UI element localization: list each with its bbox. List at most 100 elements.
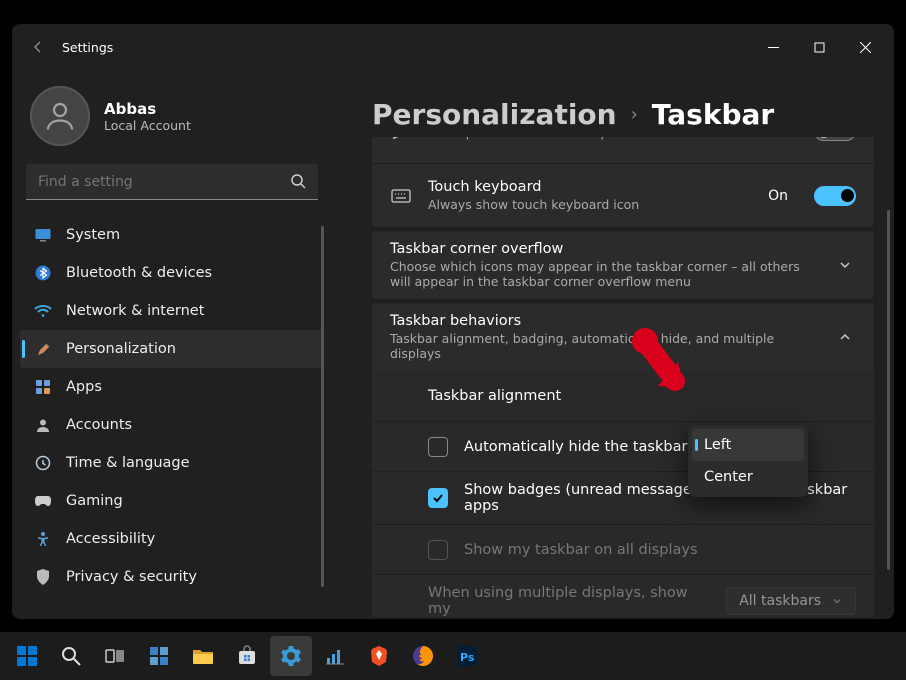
svg-text:Ps: Ps bbox=[460, 651, 475, 664]
maximize-button[interactable] bbox=[796, 31, 842, 63]
folder-icon bbox=[191, 646, 215, 666]
accessibility-icon bbox=[34, 531, 52, 547]
sidebar-scrollbar[interactable] bbox=[321, 226, 324, 587]
dropdown-value: All taskbars bbox=[739, 593, 821, 609]
setting-label: When using multiple displays, show my bbox=[428, 585, 710, 617]
row-subtitle: Show pen menu icon when pen is in use bbox=[428, 137, 751, 140]
autohide-checkbox[interactable] bbox=[428, 437, 448, 457]
search-icon bbox=[60, 645, 82, 667]
row-title: Taskbar behaviors bbox=[390, 313, 818, 329]
apps-icon bbox=[34, 379, 52, 395]
row-pen-menu[interactable]: Show pen menu icon when pen is in use Of… bbox=[372, 137, 874, 163]
taskbar-app-settings[interactable] bbox=[270, 636, 312, 676]
taskbar-search[interactable] bbox=[50, 636, 92, 676]
caption-buttons bbox=[750, 31, 888, 63]
chevron-right-icon: › bbox=[631, 104, 638, 125]
option-label: Center bbox=[704, 469, 753, 485]
sidebar-item-privacy[interactable]: Privacy & security bbox=[20, 558, 324, 596]
task-view-icon bbox=[104, 647, 126, 665]
taskbar-alignment-dropdown: Left Center bbox=[688, 425, 808, 497]
windows-taskbar: Ps bbox=[0, 632, 906, 680]
toggle-label: On bbox=[768, 188, 788, 204]
content-area: Personalization › Taskbar Show pen menu … bbox=[332, 70, 894, 619]
row-all-displays: Show my taskbar on all displays bbox=[372, 524, 874, 574]
gear-icon bbox=[280, 645, 302, 667]
person-icon bbox=[42, 98, 78, 134]
taskbar-app-brave[interactable] bbox=[358, 636, 400, 676]
option-label: Left bbox=[704, 437, 731, 453]
keyboard-icon bbox=[390, 189, 412, 203]
taskbar-app-explorer[interactable] bbox=[182, 636, 224, 676]
breadcrumb-parent[interactable]: Personalization bbox=[372, 98, 617, 131]
widgets-icon bbox=[148, 645, 170, 667]
sidebar-item-label: Bluetooth & devices bbox=[66, 265, 212, 281]
sidebar-item-label: Accessibility bbox=[66, 531, 155, 547]
titlebar: Settings bbox=[12, 24, 894, 70]
store-icon bbox=[236, 645, 258, 667]
chevron-down-icon bbox=[831, 595, 843, 607]
row-touch-keyboard[interactable]: Touch keyboard Always show touch keyboar… bbox=[372, 163, 874, 227]
touch-keyboard-toggle[interactable] bbox=[814, 186, 856, 206]
multidisplays-dropdown: All taskbars bbox=[726, 587, 856, 615]
taskbar-app-firefox[interactable] bbox=[402, 636, 444, 676]
row-taskbar-behaviors[interactable]: Taskbar behaviors Taskbar alignment, bad… bbox=[372, 303, 874, 371]
row-corner-overflow[interactable]: Taskbar corner overflow Choose which ico… bbox=[372, 231, 874, 299]
search-input[interactable] bbox=[26, 164, 318, 200]
sidebar-item-accounts[interactable]: Accounts bbox=[20, 406, 324, 444]
sidebar-item-label: Accounts bbox=[66, 417, 132, 433]
checkmark-icon bbox=[431, 491, 445, 505]
breadcrumb-current: Taskbar bbox=[652, 98, 774, 131]
content-scrollbar[interactable] bbox=[887, 210, 890, 570]
sidebar-item-accessibility[interactable]: Accessibility bbox=[20, 520, 324, 558]
sidebar-item-bluetooth[interactable]: Bluetooth & devices bbox=[20, 254, 324, 292]
dropdown-option-center[interactable]: Center bbox=[692, 461, 804, 493]
row-multi-displays: When using multiple displays, show my Al… bbox=[372, 574, 874, 617]
taskbar-app-store[interactable] bbox=[226, 636, 268, 676]
sidebar-item-label: Apps bbox=[66, 379, 102, 395]
taskbar-widgets[interactable] bbox=[138, 636, 180, 676]
minimize-button[interactable] bbox=[750, 31, 796, 63]
maximize-icon bbox=[814, 42, 825, 53]
close-button[interactable] bbox=[842, 31, 888, 63]
row-title: Touch keyboard bbox=[428, 179, 752, 195]
row-taskbar-alignment: Taskbar alignment bbox=[372, 371, 874, 421]
sidebar-item-time[interactable]: Time & language bbox=[20, 444, 324, 482]
setting-label: Show my taskbar on all displays bbox=[464, 542, 698, 558]
profile-section[interactable]: Abbas Local Account bbox=[20, 70, 324, 164]
sidebar-item-network[interactable]: Network & internet bbox=[20, 292, 324, 330]
profile-name: Abbas bbox=[104, 100, 191, 118]
dropdown-option-left[interactable]: Left bbox=[692, 429, 804, 461]
sidebar-item-system[interactable]: System bbox=[20, 216, 324, 254]
close-icon bbox=[860, 42, 871, 53]
taskbar-app-photoshop[interactable]: Ps bbox=[446, 636, 488, 676]
pen-icon bbox=[390, 137, 412, 141]
clock-icon bbox=[34, 455, 52, 471]
chevron-down-icon bbox=[834, 258, 856, 272]
photoshop-icon: Ps bbox=[455, 644, 479, 668]
pen-toggle[interactable] bbox=[814, 137, 856, 141]
badges-checkbox[interactable] bbox=[428, 488, 448, 508]
task-view-button[interactable] bbox=[94, 636, 136, 676]
sidebar-item-apps[interactable]: Apps bbox=[20, 368, 324, 406]
taskbar-app-chart[interactable] bbox=[314, 636, 356, 676]
sidebar-item-gaming[interactable]: Gaming bbox=[20, 482, 324, 520]
start-button[interactable] bbox=[6, 636, 48, 676]
row-subtitle: Always show touch keyboard icon bbox=[428, 197, 752, 212]
back-button[interactable] bbox=[18, 27, 58, 67]
minimize-icon bbox=[768, 42, 779, 53]
nav-list: System Bluetooth & devices Network & int… bbox=[20, 210, 324, 611]
sidebar-item-label: Gaming bbox=[66, 493, 123, 509]
toggle-label: Off bbox=[767, 137, 788, 139]
row-title: Taskbar corner overflow bbox=[390, 241, 818, 257]
monitor-icon bbox=[34, 228, 52, 242]
row-subtitle: Choose which icons may appear in the tas… bbox=[390, 259, 818, 289]
sidebar-item-personalization[interactable]: Personalization bbox=[20, 330, 324, 368]
avatar bbox=[30, 86, 90, 146]
breadcrumb: Personalization › Taskbar bbox=[372, 70, 874, 137]
firefox-icon bbox=[411, 644, 435, 668]
search-icon[interactable] bbox=[290, 173, 306, 193]
row-subtitle: Taskbar alignment, badging, automaticall… bbox=[390, 331, 818, 361]
bluetooth-icon bbox=[34, 265, 52, 281]
search-box bbox=[26, 164, 318, 200]
setting-label: Taskbar alignment bbox=[428, 388, 561, 404]
